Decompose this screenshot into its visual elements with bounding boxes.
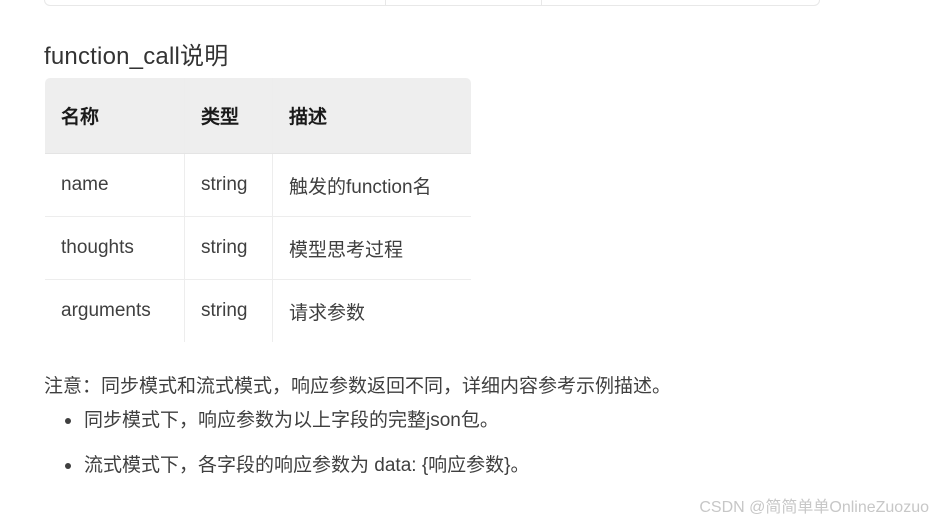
table-column-divider: [385, 0, 386, 5]
notes-bullet-list: 同步模式下，响应参数为以上字段的完整json包。 流式模式下，各字段的响应参数为…: [44, 406, 530, 496]
table-body: name string 触发的function名 thoughts string…: [45, 153, 471, 342]
note-paragraph: 注意：同步模式和流式模式，响应参数返回不同，详细内容参考示例描述。: [44, 376, 672, 397]
list-item: 流式模式下，各字段的响应参数为 data: {响应参数}。: [44, 451, 530, 481]
cell-param-type: string: [184, 279, 273, 342]
list-item-label: 流式模式下，各字段的响应参数为 data: {响应参数}。: [84, 455, 530, 476]
table-header: 名称 类型 描述: [45, 78, 471, 154]
cell-param-description: 模型思考过程: [272, 216, 471, 280]
table-row: name string 触发的function名: [45, 153, 471, 217]
table-row: thoughts string 模型思考过程: [45, 216, 471, 280]
cell-param-description: 触发的function名: [272, 153, 471, 217]
cell-param-type: string: [184, 216, 273, 280]
table-column-divider: [541, 0, 542, 5]
table-header-row: 名称 类型 描述: [45, 78, 471, 154]
list-item: 同步模式下，响应参数为以上字段的完整json包。: [44, 406, 530, 436]
bullet-dot-icon: [65, 463, 71, 469]
function-call-parameter-table: 名称 类型 描述 name string 触发的function名 though…: [44, 77, 472, 343]
column-header-name: 名称: [45, 78, 185, 154]
list-item-label: 同步模式下，响应参数为以上字段的完整json包。: [84, 410, 499, 431]
bullet-dot-icon: [65, 418, 71, 424]
cell-param-name: arguments: [45, 279, 185, 342]
page-title: function_call说明: [44, 42, 229, 70]
previous-table-fragment: [44, 0, 820, 6]
cell-param-name: thoughts: [45, 216, 185, 280]
cell-param-description: 请求参数: [289, 302, 366, 324]
watermark: CSDN @简简单单OnlineZuozuo: [699, 499, 929, 516]
table-row: arguments string 请求参数: [45, 279, 471, 342]
cell-param-type: string: [184, 153, 273, 217]
cell-param-name: name: [45, 153, 185, 217]
column-header-type: 类型: [184, 78, 273, 154]
column-header-description: 描述: [272, 78, 471, 154]
